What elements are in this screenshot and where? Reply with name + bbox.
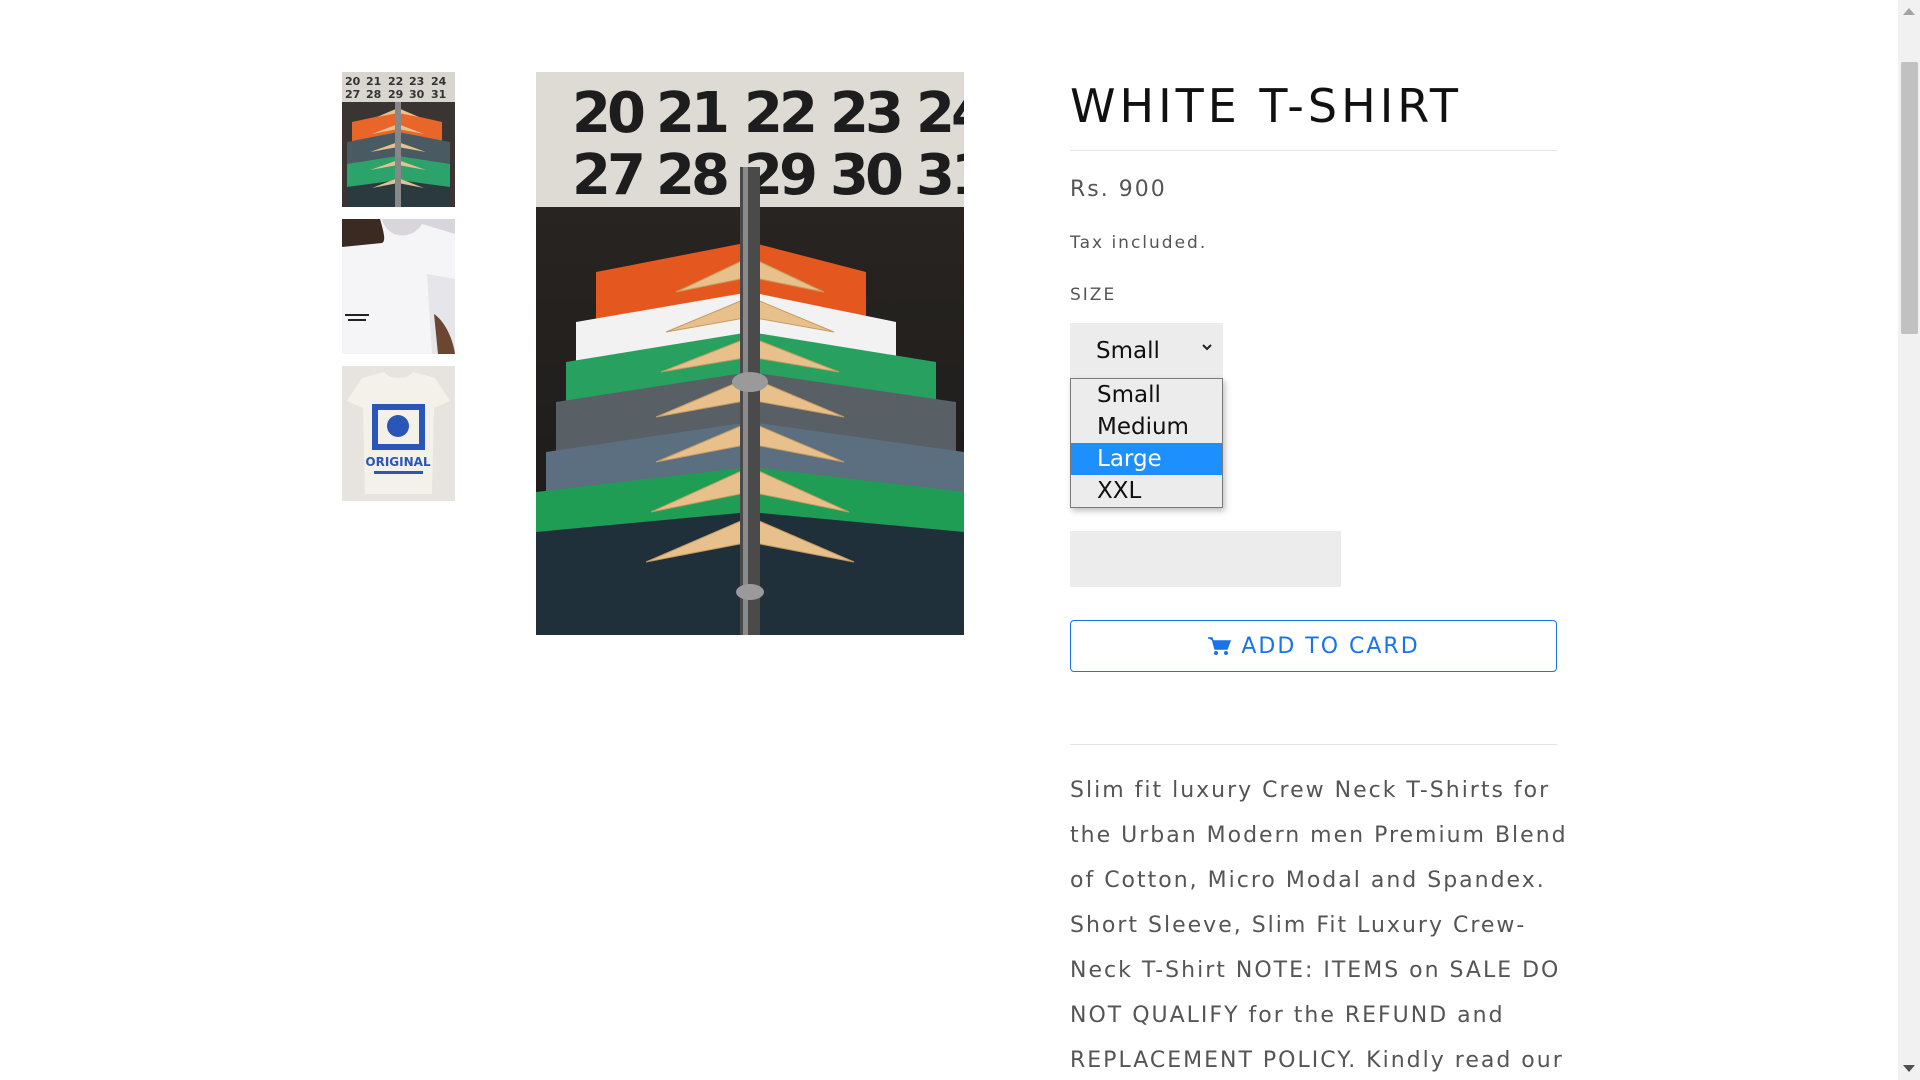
scroll-up-arrow-icon[interactable] bbox=[1903, 8, 1915, 15]
size-option-medium[interactable]: Medium bbox=[1071, 411, 1222, 443]
add-to-cart-button[interactable]: ADD TO CARD bbox=[1070, 620, 1557, 672]
svg-text:27: 27 bbox=[572, 143, 642, 208]
tax-note: Tax included. bbox=[1070, 233, 1208, 253]
svg-text:20: 20 bbox=[572, 81, 644, 146]
svg-text:23: 23 bbox=[409, 75, 424, 88]
svg-text:30: 30 bbox=[830, 143, 902, 208]
page-scrollbar[interactable] bbox=[1898, 0, 1920, 1080]
hanging-shirts-image: 20 21 22 23 24 27 28 29 30 31 bbox=[536, 72, 964, 635]
chevron-down-icon bbox=[1202, 344, 1212, 351]
white-tshirt-model-thumb-image bbox=[342, 219, 455, 354]
scroll-down-arrow-icon[interactable] bbox=[1903, 1065, 1915, 1072]
size-option-large[interactable]: Large bbox=[1071, 443, 1222, 475]
svg-text:20: 20 bbox=[345, 75, 361, 88]
svg-text:30: 30 bbox=[409, 88, 425, 101]
svg-text:24: 24 bbox=[431, 75, 447, 88]
svg-text:21: 21 bbox=[656, 81, 727, 146]
product-page: 20 21 22 23 24 27 28 29 30 31 ORIGINAL 2… bbox=[0, 0, 1920, 1080]
svg-text:29: 29 bbox=[388, 88, 403, 101]
hanging-shirts-thumb-image: 20 21 22 23 24 27 28 29 30 31 bbox=[342, 72, 455, 207]
svg-text:23: 23 bbox=[830, 81, 900, 146]
thumbnail-list: 20 21 22 23 24 27 28 29 30 31 ORIGINAL bbox=[342, 72, 455, 513]
size-select-wrapper: Small Small Medium Large XXL bbox=[1070, 323, 1223, 508]
description-divider bbox=[1070, 744, 1557, 745]
svg-text:31: 31 bbox=[916, 143, 964, 208]
add-to-cart-label: ADD TO CARD bbox=[1241, 633, 1420, 659]
svg-text:28: 28 bbox=[366, 88, 381, 101]
svg-text:ORIGINAL: ORIGINAL bbox=[365, 455, 431, 469]
svg-text:21: 21 bbox=[366, 75, 381, 88]
main-product-image[interactable]: 20 21 22 23 24 27 28 29 30 31 bbox=[536, 72, 964, 635]
size-select-value: Small bbox=[1096, 338, 1160, 364]
svg-text:22: 22 bbox=[388, 75, 403, 88]
thumbnail-original-print-tshirt[interactable]: ORIGINAL bbox=[342, 366, 455, 501]
product-description: Slim fit luxury Crew Neck T-Shirts for t… bbox=[1070, 778, 1568, 1073]
svg-text:27: 27 bbox=[345, 88, 360, 101]
quantity-field[interactable] bbox=[1070, 531, 1341, 587]
svg-text:31: 31 bbox=[431, 88, 446, 101]
cart-icon bbox=[1208, 637, 1232, 655]
title-divider bbox=[1070, 150, 1557, 151]
size-option-small[interactable]: Small bbox=[1071, 379, 1222, 411]
size-label: SIZE bbox=[1070, 285, 1117, 305]
size-select[interactable]: Small bbox=[1070, 323, 1223, 379]
product-price: Rs. 900 bbox=[1070, 177, 1167, 202]
size-option-xxl[interactable]: XXL bbox=[1071, 475, 1222, 507]
original-print-tshirt-thumb-image: ORIGINAL bbox=[342, 366, 455, 501]
svg-text:22: 22 bbox=[744, 81, 814, 146]
product-title: WHITE T-SHIRT bbox=[1070, 79, 1462, 133]
product-info: WHITE T-SHIRT Rs. 900 Tax included. SIZE… bbox=[1070, 72, 1566, 1073]
thumbnail-hanging-shirts[interactable]: 20 21 22 23 24 27 28 29 30 31 bbox=[342, 72, 455, 207]
size-dropdown-list: Small Medium Large XXL bbox=[1070, 378, 1223, 508]
svg-text:28: 28 bbox=[656, 143, 727, 208]
scrollbar-thumb[interactable] bbox=[1901, 62, 1918, 334]
thumbnail-white-tshirt-model[interactable] bbox=[342, 219, 455, 354]
svg-text:24: 24 bbox=[916, 81, 964, 146]
